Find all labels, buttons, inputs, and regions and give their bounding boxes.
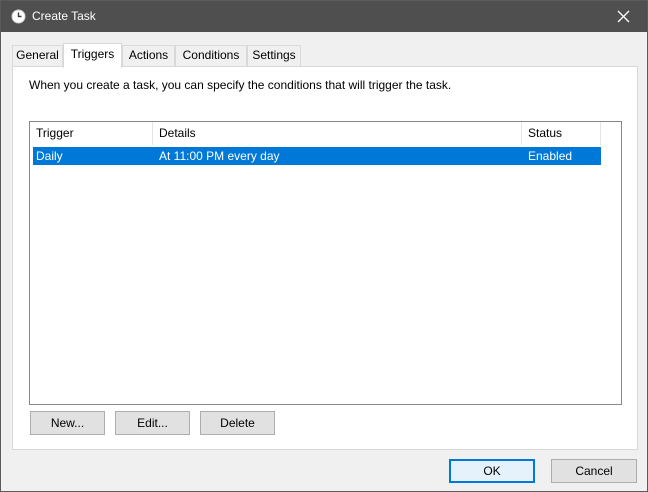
new-trigger-button[interactable]: New... bbox=[30, 411, 105, 435]
tab-strip: General Triggers Actions Conditions Sett… bbox=[12, 43, 632, 68]
column-header-status[interactable]: Status bbox=[522, 122, 601, 145]
column-header-details[interactable]: Details bbox=[153, 122, 522, 145]
clock-icon bbox=[11, 9, 26, 24]
triggers-list[interactable]: Trigger Details Status Daily At 11:00 PM… bbox=[29, 121, 622, 405]
ok-button[interactable]: OK bbox=[449, 459, 535, 483]
edit-trigger-button[interactable]: Edit... bbox=[115, 411, 190, 435]
column-header-trigger[interactable]: Trigger bbox=[30, 122, 153, 145]
tab-conditions[interactable]: Conditions bbox=[175, 45, 247, 67]
tab-settings[interactable]: Settings bbox=[247, 45, 301, 67]
close-button[interactable] bbox=[601, 1, 647, 32]
row-details: At 11:00 PM every day bbox=[159, 149, 280, 163]
tab-triggers[interactable]: Triggers bbox=[63, 43, 122, 68]
title-bar[interactable]: Create Task bbox=[1, 1, 647, 32]
delete-trigger-button[interactable]: Delete bbox=[200, 411, 275, 435]
triggers-panel: When you create a task, you can specify … bbox=[12, 66, 638, 450]
triggers-description: When you create a task, you can specify … bbox=[29, 78, 452, 92]
cancel-button[interactable]: Cancel bbox=[551, 459, 637, 483]
tab-actions[interactable]: Actions bbox=[122, 45, 175, 67]
table-row[interactable]: Daily At 11:00 PM every day Enabled bbox=[33, 147, 601, 165]
row-trigger: Daily bbox=[36, 149, 63, 163]
row-status: Enabled bbox=[528, 149, 573, 163]
close-icon bbox=[617, 10, 630, 23]
window-title: Create Task bbox=[32, 9, 96, 23]
create-task-window: Create Task General Triggers Actions Con… bbox=[0, 0, 648, 492]
list-header: Trigger Details Status bbox=[30, 122, 601, 145]
tab-general[interactable]: General bbox=[12, 45, 63, 67]
